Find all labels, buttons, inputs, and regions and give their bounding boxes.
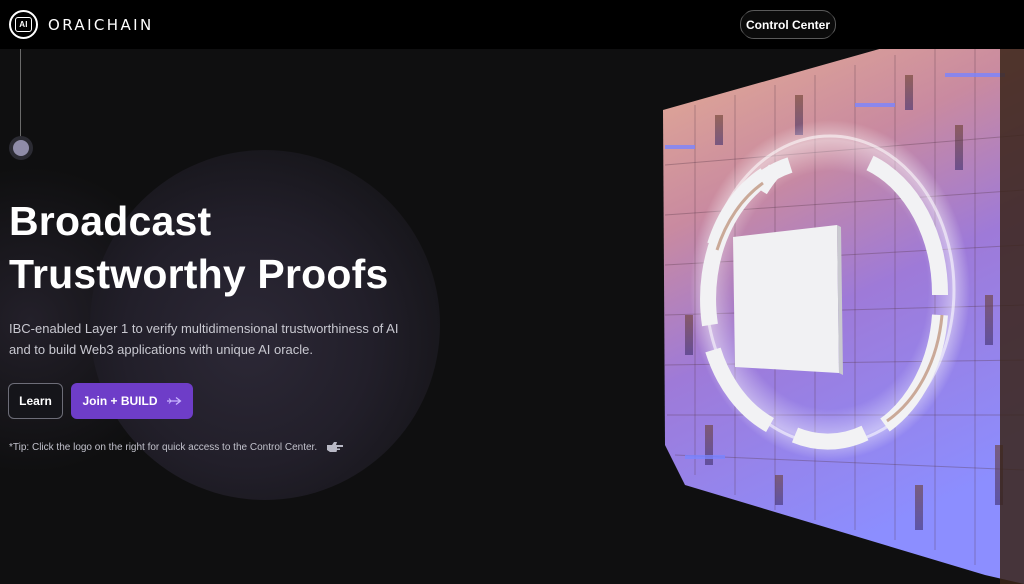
top-nav: AI ORAICHAIN Control Center (0, 0, 1024, 49)
page: AI ORAICHAIN Control Center Broadcast Tr… (0, 0, 1024, 584)
ai-oracle-visual[interactable] (655, 15, 1024, 584)
arrow-right-icon (166, 397, 181, 405)
oraichain-logo-icon: AI (9, 10, 38, 39)
hero-title: Broadcast Trustworthy Proofs (9, 195, 388, 301)
tip-text: *Tip: Click the logo on the right for qu… (9, 441, 344, 453)
join-build-label: Join + BUILD (82, 394, 158, 408)
hero-title-line-2: Trustworthy Proofs (9, 251, 389, 297)
hero-description: IBC-enabled Layer 1 to verify multidimen… (9, 321, 399, 357)
tip-label: *Tip: Click the logo on the right for qu… (9, 441, 318, 453)
join-build-button[interactable]: Join + BUILD (71, 383, 193, 419)
brand-name: ORAICHAIN (48, 15, 154, 34)
scroll-indicator-knob[interactable] (9, 136, 33, 160)
brand-logo[interactable]: AI ORAICHAIN (9, 10, 154, 39)
learn-button[interactable]: Learn (8, 383, 63, 419)
pointing-hand-icon (327, 442, 344, 452)
logo-mark-text: AI (15, 17, 32, 32)
control-center-button[interactable]: Control Center (740, 10, 836, 39)
scroll-indicator-dot (13, 140, 29, 156)
scroll-track-line (20, 49, 21, 137)
hero-title-line-1: Broadcast (9, 198, 212, 244)
